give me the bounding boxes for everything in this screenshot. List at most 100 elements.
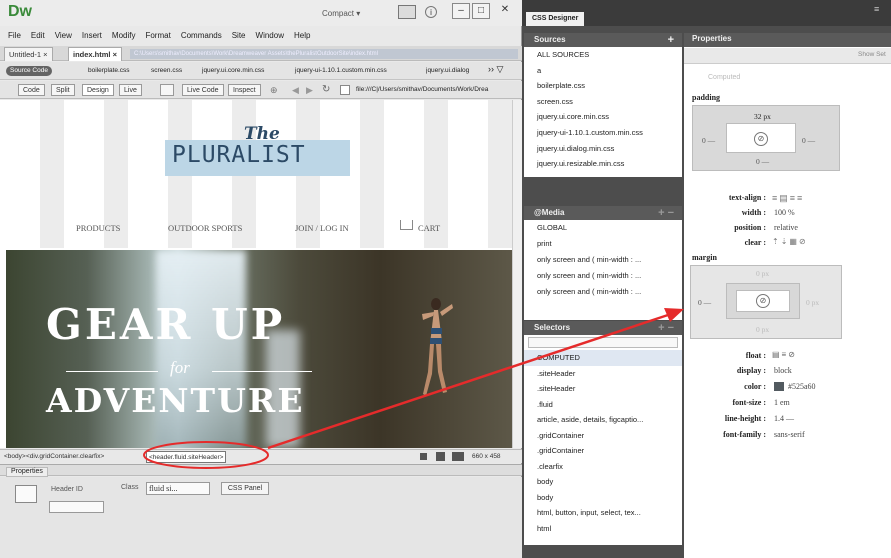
font-family-value[interactable]: sans-serif <box>774 430 805 439</box>
close-button[interactable]: ✕ <box>496 3 514 19</box>
source-item[interactable]: jquery-ui-1.10.1.custom.min.css <box>524 125 682 141</box>
live-view-button[interactable]: Live <box>119 84 142 96</box>
mobile-size-icon[interactable] <box>420 453 427 460</box>
selector-item[interactable]: body <box>524 474 682 490</box>
add-media-icon[interactable]: + − <box>658 206 674 220</box>
globe-icon[interactable]: ⊕ <box>270 85 278 96</box>
font-size-value[interactable]: 1 em <box>774 398 790 407</box>
margin-bottom[interactable]: 0 px <box>756 325 769 334</box>
related-file[interactable]: jquery-ui-1.10.1.custom.min.css <box>295 67 387 74</box>
margin-left[interactable]: 0 — <box>698 298 711 307</box>
source-item[interactable]: boilerplate.css <box>524 78 682 94</box>
padding-bottom[interactable]: 0 — <box>756 157 769 166</box>
position-value[interactable]: relative <box>774 223 798 232</box>
media-item[interactable]: only screen and ( min-width : ... <box>524 252 682 268</box>
source-item[interactable]: a <box>524 63 682 79</box>
margin-top[interactable]: 0 px <box>756 269 769 278</box>
selector-item[interactable]: .fluid <box>524 397 682 413</box>
cart-icon[interactable] <box>400 220 413 230</box>
selector-item-selected[interactable]: COMPUTED <box>524 350 682 366</box>
nav-outdoor-sports[interactable]: OUTDOOR SPORTS <box>168 223 242 233</box>
design-scrollbar[interactable] <box>512 100 522 448</box>
media-item[interactable]: print <box>524 236 682 252</box>
related-file[interactable]: boilerplate.css <box>88 67 130 74</box>
media-item[interactable]: GLOBAL <box>524 220 682 236</box>
menu-format[interactable]: Format <box>145 31 170 40</box>
selector-item[interactable]: article, aside, details, figcaptio... <box>524 412 682 428</box>
display-value[interactable]: block <box>774 366 792 375</box>
tab-untitled-1[interactable]: Untitled-1 × <box>4 47 53 61</box>
tag-site-header[interactable]: <header.fluid.siteHeader> <box>146 451 227 463</box>
color-value[interactable]: #525a60 <box>788 382 816 391</box>
media-item[interactable]: only screen and ( min-width : ... <box>524 284 682 300</box>
link-values-icon[interactable]: ⊘ <box>754 132 768 146</box>
menu-window[interactable]: Window <box>256 31 284 40</box>
tag-grid-container[interactable]: <div.gridContainer.clearfix> <box>26 450 104 463</box>
menu-site[interactable]: Site <box>232 31 246 40</box>
menu-modify[interactable]: Modify <box>112 31 136 40</box>
panel-menu-icon[interactable]: ≡ <box>874 4 879 14</box>
live-code-button[interactable]: Live Code <box>182 84 224 96</box>
design-view[interactable]: The PLURALIST PRODUCTS OUTDOOR SPORTS JO… <box>0 100 512 448</box>
selector-item[interactable]: .clearfix <box>524 459 682 475</box>
show-set-checkbox[interactable]: Show Set <box>858 51 886 58</box>
related-file[interactable]: screen.css <box>151 67 182 74</box>
selector-item[interactable]: html, button, input, select, tex... <box>524 505 682 521</box>
menu-file[interactable]: File <box>8 31 21 40</box>
padding-top[interactable]: 32 px <box>754 112 771 121</box>
selector-item[interactable]: .gridContainer <box>524 443 682 459</box>
related-file[interactable]: jquery.ui.core.min.css <box>202 67 264 74</box>
media-item[interactable]: only screen and ( min-width : ... <box>524 268 682 284</box>
source-code-button[interactable]: Source Code <box>6 66 52 76</box>
nav-cart[interactable]: CART <box>418 223 440 233</box>
selector-item[interactable]: body <box>524 490 682 506</box>
css-panel-button[interactable]: CSS Panel <box>221 482 269 495</box>
tablet-size-icon[interactable] <box>436 452 445 461</box>
text-align-icons[interactable]: ≡▤≡≡ <box>772 193 804 204</box>
sync-settings-icon[interactable] <box>398 5 416 19</box>
color-swatch[interactable] <box>774 382 784 391</box>
info-icon[interactable]: i <box>425 6 437 18</box>
source-item[interactable]: screen.css <box>524 94 682 110</box>
line-height-value[interactable]: 1.4 — <box>774 414 794 423</box>
add-source-icon[interactable]: + <box>668 33 674 47</box>
selector-item[interactable]: .siteHeader <box>524 366 682 382</box>
menu-commands[interactable]: Commands <box>181 31 222 40</box>
code-view-button[interactable]: Code <box>18 84 45 96</box>
back-arrow-icon[interactable]: ◀ <box>292 85 299 96</box>
menu-help[interactable]: Help <box>294 31 310 40</box>
related-file[interactable]: jquery.ui.dialog <box>426 67 484 74</box>
class-select[interactable]: fluid si... <box>146 482 210 495</box>
clear-icons[interactable]: ⇡⇣▦⊘ <box>772 237 808 246</box>
maximize-button[interactable]: □ <box>472 3 490 19</box>
inspect-button[interactable]: Inspect <box>228 84 261 96</box>
split-view-button[interactable]: Split <box>51 84 75 96</box>
selector-item[interactable]: .siteHeader <box>524 381 682 397</box>
margin-right[interactable]: 0 px <box>806 298 819 307</box>
address-field[interactable]: file:///C|/Users/smithav/Documents/Work/… <box>356 86 488 93</box>
properties-tab[interactable]: Properties <box>6 467 48 477</box>
width-value[interactable]: 100 % <box>774 208 795 217</box>
desktop-size-icon[interactable] <box>452 452 464 461</box>
source-item[interactable]: jquery.ui.dialog.min.css <box>524 141 682 157</box>
more-files-icon[interactable]: ›› ▽ <box>488 64 503 75</box>
menu-view[interactable]: View <box>55 31 72 40</box>
source-item[interactable]: jquery.ui.core.min.css <box>524 109 682 125</box>
selector-item[interactable]: .gridContainer <box>524 428 682 444</box>
minimize-button[interactable]: – <box>452 3 470 19</box>
padding-right[interactable]: 0 — <box>802 136 815 145</box>
tab-index-html[interactable]: index.html × <box>68 47 122 61</box>
page-icon[interactable] <box>160 84 174 96</box>
tag-body[interactable]: <body> <box>4 450 26 463</box>
source-item[interactable]: ALL SOURCES <box>524 47 682 63</box>
menu-edit[interactable]: Edit <box>31 31 45 40</box>
menu-insert[interactable]: Insert <box>82 31 102 40</box>
css-designer-tab[interactable]: CSS Designer <box>526 12 585 26</box>
padding-left[interactable]: 0 — <box>702 136 715 145</box>
nav-products[interactable]: PRODUCTS <box>76 223 120 233</box>
source-item[interactable]: jquery.ui.resizable.min.css <box>524 156 682 172</box>
home-icon[interactable] <box>340 85 350 95</box>
add-selector-icon[interactable]: + − <box>658 321 674 335</box>
float-icons[interactable]: ▤≡⊘ <box>772 350 797 359</box>
nav-join-login[interactable]: JOIN / LOG IN <box>295 223 349 233</box>
